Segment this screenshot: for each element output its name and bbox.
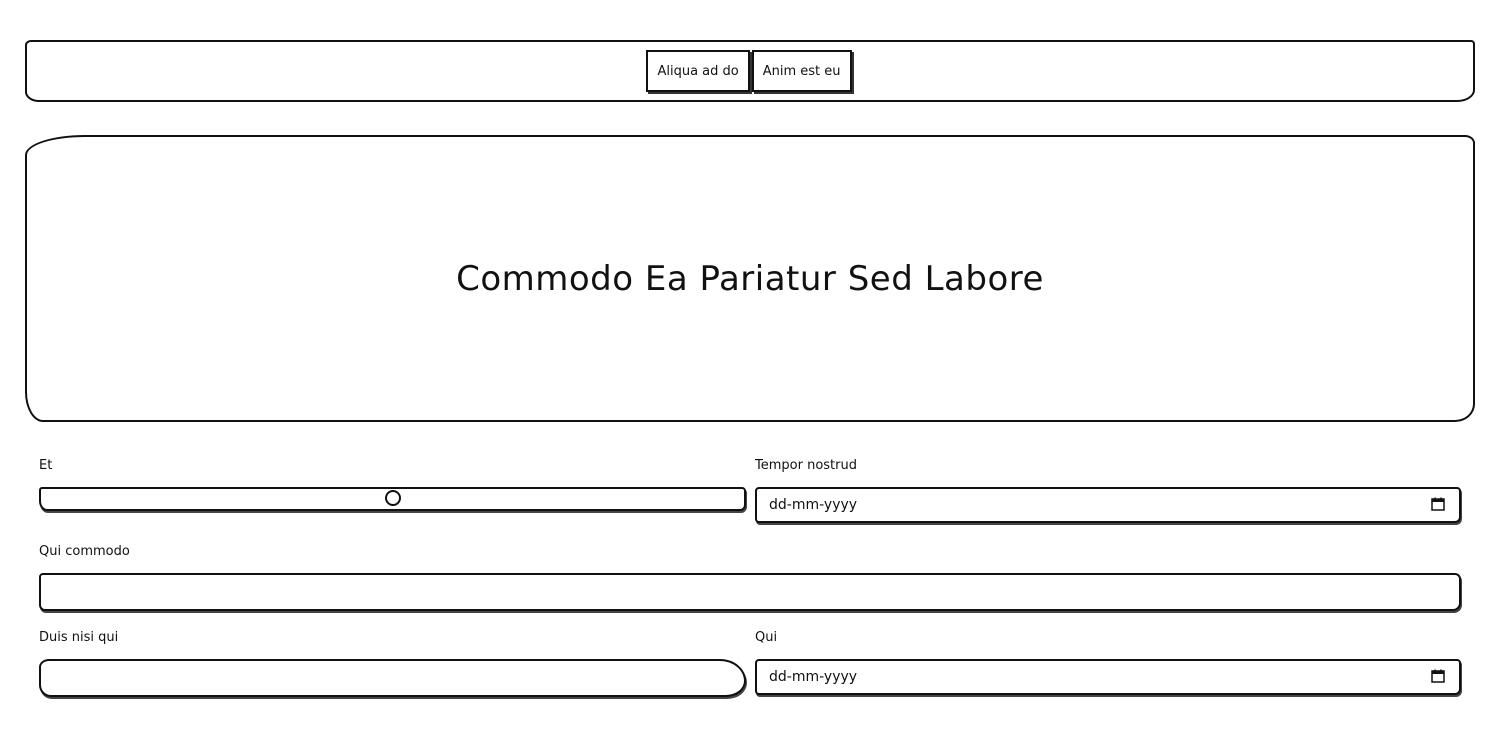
et-range-slider[interactable] — [39, 487, 746, 511]
qui-commodo-label: Qui commodo — [39, 544, 130, 559]
et-label: Et — [39, 458, 53, 473]
slider-thumb[interactable] — [385, 490, 401, 506]
qui-commodo-input[interactable] — [39, 573, 1461, 611]
nav-button-group: Aliqua ad do Anim est eu — [646, 50, 853, 92]
qui-label: Qui — [755, 630, 778, 645]
calendar-icon[interactable] — [1431, 669, 1447, 685]
hero-section: Commodo Ea Pariatur Sed Labore — [25, 135, 1475, 422]
duis-nisi-qui-input[interactable] — [39, 659, 746, 697]
page: Aliqua ad do Anim est eu Commodo Ea Pari… — [0, 0, 1500, 753]
hero-title: Commodo Ea Pariatur Sed Labore — [456, 258, 1044, 299]
qui-date-input[interactable]: dd-mm-yyyy — [755, 659, 1461, 695]
date-placeholder: dd-mm-yyyy — [769, 497, 858, 513]
tempor-nostrud-label: Tempor nostrud — [755, 458, 857, 473]
calendar-icon[interactable] — [1431, 497, 1447, 513]
top-navbar: Aliqua ad do Anim est eu — [25, 40, 1475, 102]
tempor-nostrud-date-input[interactable]: dd-mm-yyyy — [755, 487, 1461, 523]
nav-button-anim-est-eu[interactable]: Anim est eu — [751, 50, 852, 92]
nav-button-aliqua-ad-do[interactable]: Aliqua ad do — [646, 50, 750, 92]
duis-nisi-qui-label: Duis nisi qui — [39, 630, 119, 645]
date-placeholder: dd-mm-yyyy — [769, 669, 858, 685]
